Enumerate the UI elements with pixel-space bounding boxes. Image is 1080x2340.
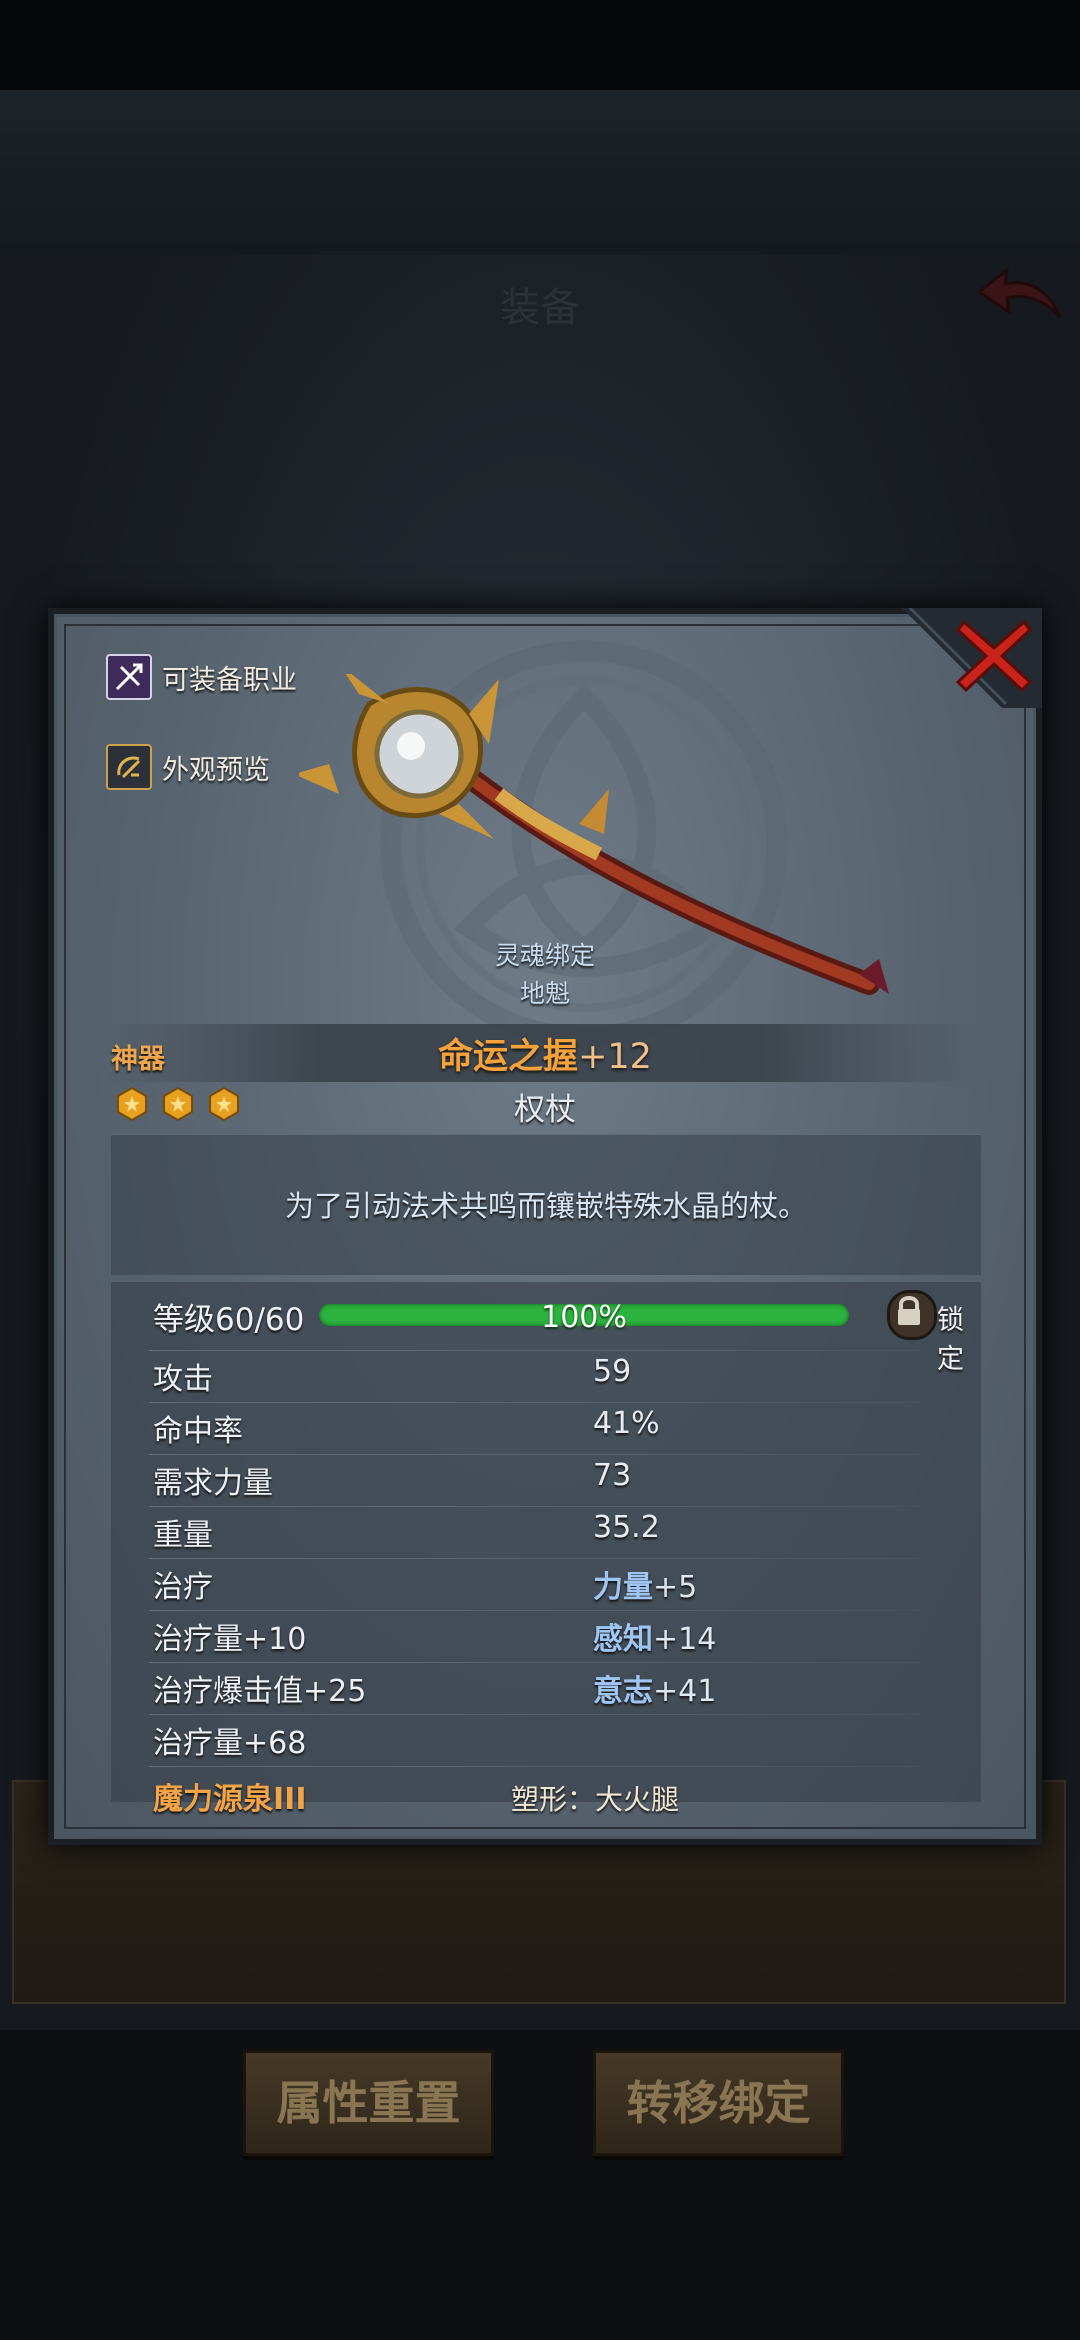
item-description: 为了引动法术共鸣而镶嵌特殊水晶的杖。: [284, 1189, 807, 1223]
equip-class-label: 可装备职业: [162, 664, 297, 696]
stat-name: 攻击: [153, 1362, 213, 1397]
effect-right: 力量+5: [593, 1570, 698, 1605]
effect-left: 治疗量+68: [153, 1726, 307, 1761]
effect-left: 治疗爆击值+25: [153, 1674, 367, 1709]
effect-left: 治疗: [153, 1570, 213, 1605]
star-hex-icon: [163, 1086, 193, 1122]
appearance-preview-icon: [106, 744, 152, 790]
star-hex-icon: [209, 1086, 239, 1122]
reset-attributes-button[interactable]: 属性重置: [243, 2050, 494, 2156]
stat-value: 73: [593, 1458, 632, 1493]
morph-label: 塑形：大火腿: [511, 1783, 680, 1816]
divider: [149, 1558, 919, 1559]
equip-class-row[interactable]: 可装备职业: [106, 654, 297, 700]
appearance-preview-label: 外观预览: [162, 754, 270, 786]
status-bar-area: [0, 0, 1080, 90]
item-name: 命运之握+12: [54, 1028, 1036, 1079]
stat-value: 59: [593, 1354, 632, 1389]
effect-left: 治疗量+10: [153, 1622, 307, 1657]
star-hex-icon: [117, 1086, 147, 1122]
stats-panel: 等级60/60 100% 锁定 攻击 59 命中率 41% 需求力量 73 重量…: [111, 1282, 981, 1817]
divider: [149, 1662, 919, 1663]
divider: [149, 1766, 919, 1767]
divider: [149, 1506, 919, 1507]
divider: [149, 1610, 919, 1611]
lock-icon[interactable]: [887, 1290, 937, 1340]
stat-name: 命中率: [153, 1414, 243, 1449]
item-name-text: 命运之握: [438, 1037, 579, 1077]
item-description-box: 为了引动法术共鸣而镶嵌特殊水晶的杖。: [111, 1134, 981, 1275]
soul-bound-label: 灵魂绑定: [494, 941, 595, 970]
item-enhance-level: +12: [578, 1037, 652, 1077]
equip-class-icon: [106, 654, 152, 700]
close-button[interactable]: [952, 614, 1036, 698]
item-detail-modal: 可装备职业 外观预览 灵魂绑定 地魁 神器 命运之握+12 权杖 为了引动法术共…: [48, 608, 1042, 1845]
appearance-preview-row[interactable]: 外观预览: [106, 744, 270, 790]
mana-fount-label: 魔力源泉III: [153, 1782, 307, 1817]
effect-right: 感知+14: [593, 1622, 717, 1657]
divider: [149, 1454, 919, 1455]
divider: [149, 1350, 919, 1351]
effect-right: 意志+41: [593, 1674, 717, 1709]
level-label: 等级60/60: [153, 1302, 305, 1338]
divider: [149, 1402, 919, 1403]
background-page-title: 装备: [500, 285, 580, 331]
stat-value: 41%: [593, 1406, 660, 1441]
divider: [149, 1714, 919, 1715]
lock-label[interactable]: 锁定: [937, 1298, 981, 1376]
star-rating: [114, 1086, 242, 1122]
stat-name: 重量: [153, 1518, 213, 1553]
transfer-binding-button[interactable]: 转移绑定: [593, 2050, 844, 2156]
bound-owner-label: 地魁: [519, 979, 570, 1008]
stat-name: 需求力量: [153, 1466, 273, 1501]
level-progress-bar: 100%: [319, 1300, 849, 1335]
top-banner: [0, 90, 1080, 255]
level-progress-text: 100%: [541, 1300, 627, 1335]
back-arrow-icon[interactable]: [975, 262, 1065, 332]
stat-value: 35.2: [593, 1510, 660, 1545]
